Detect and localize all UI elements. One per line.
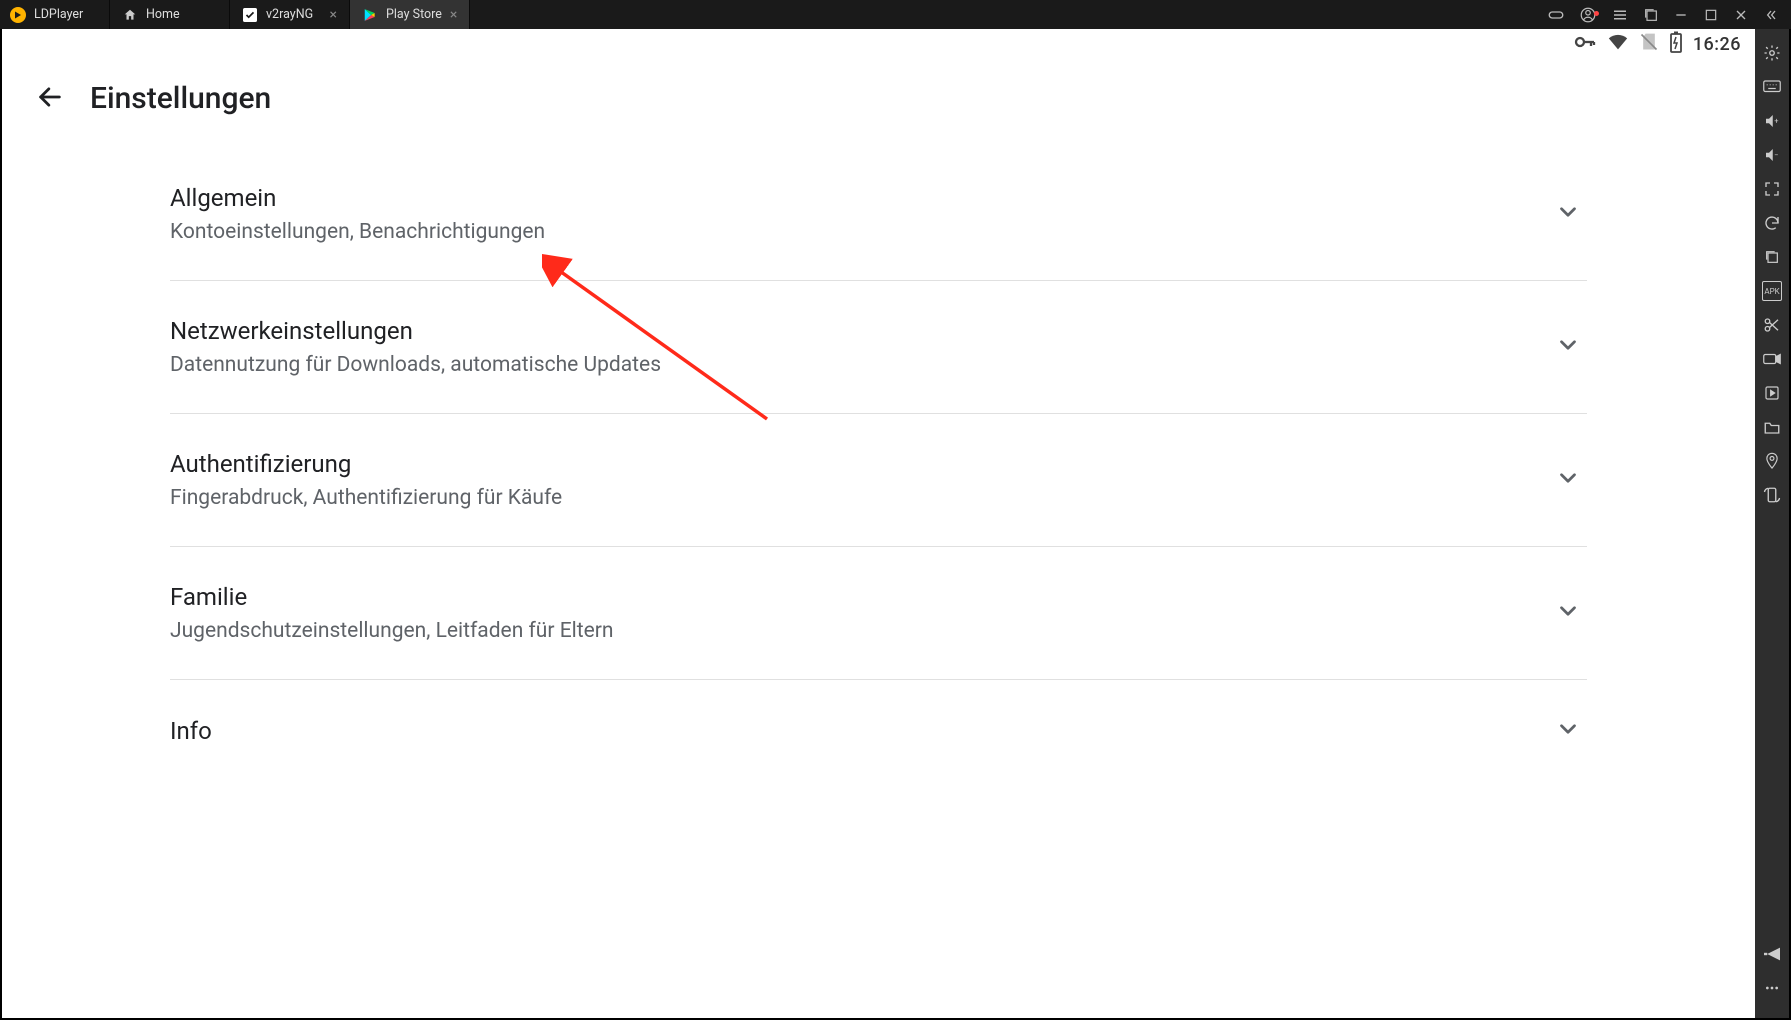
- android-statusbar: 16:26: [2, 29, 1755, 59]
- setting-network[interactable]: Netzwerkeinstellungen Datennutzung für D…: [170, 281, 1587, 414]
- setting-auth[interactable]: Authentifizierung Fingerabdruck, Authent…: [170, 414, 1587, 547]
- titlebar-tabs: LDPlayer Home v2rayNG × Play Store ×: [0, 0, 1535, 29]
- chevron-down-icon: [1555, 332, 1581, 362]
- svg-text:+: +: [1774, 116, 1778, 125]
- tab-playstore-label: Play Store: [386, 7, 442, 22]
- close-icon[interactable]: ×: [330, 7, 337, 23]
- multi-instance-icon[interactable]: [1762, 247, 1782, 267]
- settings-gear-icon[interactable]: [1762, 43, 1782, 63]
- chevron-down-icon: [1555, 199, 1581, 229]
- keyboard-icon[interactable]: [1762, 77, 1782, 97]
- multiwindow-icon[interactable]: [1643, 7, 1659, 23]
- chevron-down-icon: [1555, 465, 1581, 495]
- home-icon: [122, 7, 138, 23]
- setting-subtitle: Kontoeinstellungen, Benachrichtigungen: [170, 220, 1555, 244]
- battery-icon: [1669, 31, 1683, 57]
- tab-home[interactable]: Home: [110, 0, 230, 29]
- apk-icon[interactable]: APK: [1762, 281, 1782, 301]
- chevron-down-icon: [1555, 598, 1581, 628]
- gamepad-icon[interactable]: [1547, 6, 1565, 24]
- sync-icon[interactable]: [1762, 213, 1782, 233]
- close-icon[interactable]: ×: [450, 7, 457, 23]
- tab-v2rayng[interactable]: v2rayNG ×: [230, 0, 350, 29]
- page-title: Einstellungen: [90, 81, 271, 116]
- appbar: Einstellungen: [2, 59, 1755, 126]
- svg-text:−: −: [1774, 150, 1778, 159]
- android-back-icon[interactable]: [1762, 944, 1782, 964]
- menu-icon[interactable]: [1611, 6, 1629, 24]
- setting-subtitle: Fingerabdruck, Authentifizierung für Käu…: [170, 486, 1555, 510]
- operation-record-icon[interactable]: [1762, 383, 1782, 403]
- setting-title: Familie: [170, 583, 1555, 611]
- status-time: 16:26: [1693, 34, 1741, 55]
- video-record-icon[interactable]: [1762, 349, 1782, 369]
- brand-label: LDPlayer: [34, 7, 83, 22]
- minimize-icon[interactable]: [1673, 7, 1689, 23]
- folder-icon[interactable]: [1762, 417, 1782, 437]
- emulator-right-rail: + − APK: [1755, 29, 1789, 1018]
- window-controls: [1535, 0, 1791, 29]
- close-window-icon[interactable]: [1733, 7, 1749, 23]
- tab-v2rayng-label: v2rayNG: [266, 7, 313, 22]
- location-icon[interactable]: [1762, 451, 1782, 471]
- more-icon[interactable]: [1762, 978, 1782, 998]
- ldplayer-logo-icon: [10, 7, 26, 23]
- setting-subtitle: Jugendschutzeinstellungen, Leitfaden für…: [170, 619, 1555, 643]
- vpn-key-icon: [1573, 30, 1597, 58]
- setting-general[interactable]: Allgemein Kontoeinstellungen, Benachrich…: [170, 148, 1587, 281]
- settings-list: Allgemein Kontoeinstellungen, Benachrich…: [2, 148, 1755, 746]
- checkbox-icon: [242, 7, 258, 23]
- setting-family[interactable]: Familie Jugendschutzeinstellungen, Leitf…: [170, 547, 1587, 680]
- brand-tab: LDPlayer: [0, 0, 110, 29]
- tab-playstore[interactable]: Play Store ×: [350, 0, 470, 29]
- maximize-icon[interactable]: [1703, 7, 1719, 23]
- android-screen: 16:26 Einstellungen Allgemein Kontoeinst…: [2, 29, 1755, 1018]
- setting-title: Info: [170, 717, 1555, 745]
- back-button[interactable]: [36, 83, 64, 115]
- setting-title: Allgemein: [170, 184, 1555, 212]
- chevron-down-icon: [1555, 716, 1581, 746]
- play-icon: [362, 7, 378, 23]
- setting-subtitle: Datennutzung für Downloads, automatische…: [170, 353, 1555, 377]
- volume-down-icon[interactable]: −: [1762, 145, 1782, 165]
- rotate-icon[interactable]: [1762, 485, 1782, 505]
- titlebar: LDPlayer Home v2rayNG × Play Store ×: [0, 0, 1791, 29]
- setting-info[interactable]: Info: [170, 680, 1587, 746]
- tab-home-label: Home: [146, 7, 180, 22]
- no-sim-icon: [1639, 32, 1659, 56]
- wifi-icon: [1607, 31, 1629, 57]
- setting-title: Authentifizierung: [170, 450, 1555, 478]
- fullscreen-icon[interactable]: [1762, 179, 1782, 199]
- scissors-icon[interactable]: [1762, 315, 1782, 335]
- account-icon[interactable]: [1579, 6, 1597, 24]
- collapse-rail-icon[interactable]: [1763, 7, 1779, 23]
- setting-title: Netzwerkeinstellungen: [170, 317, 1555, 345]
- volume-up-icon[interactable]: +: [1762, 111, 1782, 131]
